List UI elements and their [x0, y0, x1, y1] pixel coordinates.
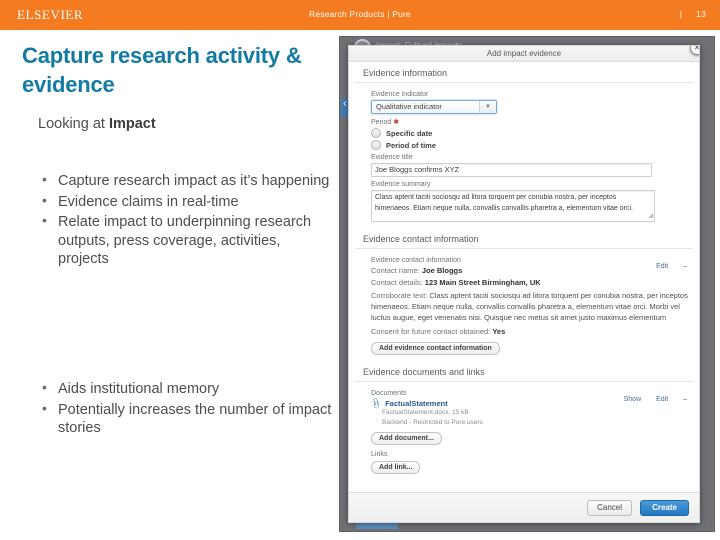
contact-edit-link[interactable]: Edit: [656, 263, 668, 270]
dialog-body: Evidence information Evidence indicator …: [349, 62, 699, 491]
document-remove-icon[interactable]: –: [683, 396, 687, 403]
list-item-label: Evidence claims in real-time: [58, 193, 239, 210]
section-evidence-contact: Evidence contact information Edit – Cont…: [349, 249, 699, 361]
section-heading-evidence-documents: Evidence documents and links: [355, 361, 693, 383]
evidence-indicator-value: Qualitative indicator: [376, 102, 442, 111]
evidence-summary-textarea[interactable]: Class aptent taciti sociosqu ad litora t…: [371, 190, 655, 222]
period-option-label: Specific date: [386, 128, 433, 138]
contact-name-row: Contact name: Joe Bloggs: [371, 266, 689, 277]
list-item-label: Relate impact to underpinning research o…: [58, 214, 312, 268]
evidence-indicator-select[interactable]: Qualitative indicator ▼: [371, 100, 497, 114]
dialog-footer: Cancel Create: [349, 492, 699, 522]
page-header-bar: ELSEVIER Research Products | Pure | 13: [0, 0, 720, 30]
evidence-indicator-label: Evidence indicator: [371, 91, 429, 98]
header-center-label: Research Products | Pure: [309, 9, 411, 19]
slide-left-column: Capture research activity & evidence Loo…: [0, 30, 340, 540]
list-item-label: Aids institutional memory: [58, 381, 220, 397]
contact-row-actions: Edit –: [643, 263, 687, 270]
bullet-list-primary: • Capture research impact as it’s happen…: [34, 171, 334, 271]
consent-row: Consent for future contact obtained: Yes: [371, 327, 689, 338]
create-button[interactable]: Create: [640, 500, 689, 516]
list-item: • Potentially increases the number of im…: [34, 399, 334, 438]
required-marker-icon: ✱: [393, 119, 400, 126]
chevron-down-icon: ▼: [479, 101, 496, 113]
bullet-list-secondary: • Aids institutional memory • Potentiall…: [34, 379, 334, 440]
page-title: Capture research activity & evidence: [22, 43, 302, 98]
corroborate-label: Corroborate text:: [371, 290, 428, 300]
contact-name-value: Joe Bloggs: [421, 266, 463, 275]
evidence-contact-subheading: Evidence contact information: [371, 257, 461, 264]
list-item-label: Potentially increases the number of impa…: [58, 401, 332, 437]
contact-details-label: Contact details:: [371, 277, 423, 287]
contact-details-value: 123 Main Street Birmingham, UK: [424, 277, 541, 287]
evidence-title-input[interactable]: Joe Bloggs confirms XYZ: [371, 163, 652, 177]
links-label: Links: [371, 450, 388, 458]
bullet-glyph-icon: •: [42, 379, 47, 395]
consent-value: Yes: [492, 326, 506, 336]
section-evidence-information: Evidence indicator Qualitative indicator…: [349, 83, 699, 228]
subheading-emphasis: Impact: [108, 116, 156, 132]
list-item-label: Capture research impact as it’s happenin…: [58, 173, 330, 189]
close-icon[interactable]: ×: [690, 46, 699, 55]
radio-icon: [371, 140, 381, 150]
list-item: • Aids institutional memory: [34, 379, 334, 399]
resize-handle-icon[interactable]: ◢: [648, 212, 653, 221]
cancel-button[interactable]: Cancel: [587, 500, 632, 516]
add-link-button[interactable]: Add link...: [371, 460, 421, 474]
header-page-indicator: | 13: [680, 9, 706, 19]
add-impact-evidence-dialog: Add impact evidence × Evidence informati…: [348, 45, 700, 523]
embedded-screenshot: Impact: Cultural impacts Add impact evid…: [340, 37, 714, 531]
document-row-actions: Show Edit –: [611, 396, 687, 403]
period-option-label: Period of time: [386, 140, 437, 150]
subheading-prefix: Looking at: [38, 116, 109, 132]
bullet-glyph-icon: •: [42, 171, 47, 187]
evidence-title-label: Evidence title: [371, 154, 413, 161]
list-item: • Capture research impact as it’s happen…: [34, 171, 334, 191]
period-option-period-of-time[interactable]: Period of time: [371, 140, 689, 150]
dialog-title: Add impact evidence: [486, 49, 562, 58]
bullet-glyph-icon: •: [42, 399, 47, 416]
period-label-text: Period: [371, 119, 392, 126]
document-edit-link[interactable]: Edit: [656, 396, 668, 403]
period-option-specific-date[interactable]: Specific date: [371, 128, 689, 138]
slide-subheading: Looking at Impact: [38, 116, 328, 132]
evidence-summary-value: Class aptent taciti sociosqu ad litora t…: [375, 194, 633, 212]
list-item: • Evidence claims in real-time: [34, 191, 334, 212]
dialog-title-bar: Add impact evidence ×: [349, 46, 699, 62]
section-heading-evidence-contact: Evidence contact information: [355, 228, 693, 249]
radio-icon: [371, 128, 381, 138]
bullet-glyph-icon: •: [42, 212, 47, 229]
consent-label: Consent for future contact obtained:: [371, 326, 491, 336]
corroborate-text-row: Corroborate text: Class aptent taciti so…: [371, 290, 689, 324]
section-heading-evidence-information: Evidence information: [355, 62, 693, 83]
add-document-button[interactable]: Add document...: [371, 431, 442, 445]
page-number: 13: [696, 9, 706, 19]
contact-details-row: Contact details: 123 Main Street Birming…: [371, 278, 689, 289]
add-evidence-contact-button[interactable]: Add evidence contact information: [371, 342, 500, 356]
header-separator: |: [679, 9, 683, 19]
period-label: Period ✱: [371, 118, 689, 126]
section-evidence-documents: Documents Show Edit – 📎 FactualStatement…: [349, 382, 699, 480]
evidence-summary-label: Evidence summary: [371, 181, 431, 188]
list-item: • Relate impact to underpinning research…: [34, 212, 334, 269]
contact-name-label: Contact name:: [371, 266, 420, 275]
document-show-link[interactable]: Show: [624, 396, 642, 403]
contact-remove-icon[interactable]: –: [683, 263, 687, 270]
document-meta: FactualStatement.docx, 15 kB: [382, 409, 469, 417]
bullet-glyph-icon: •: [42, 191, 47, 208]
document-name[interactable]: FactualStatement: [385, 399, 448, 408]
document-access: Backend - Restricted to Pure users: [382, 419, 483, 427]
